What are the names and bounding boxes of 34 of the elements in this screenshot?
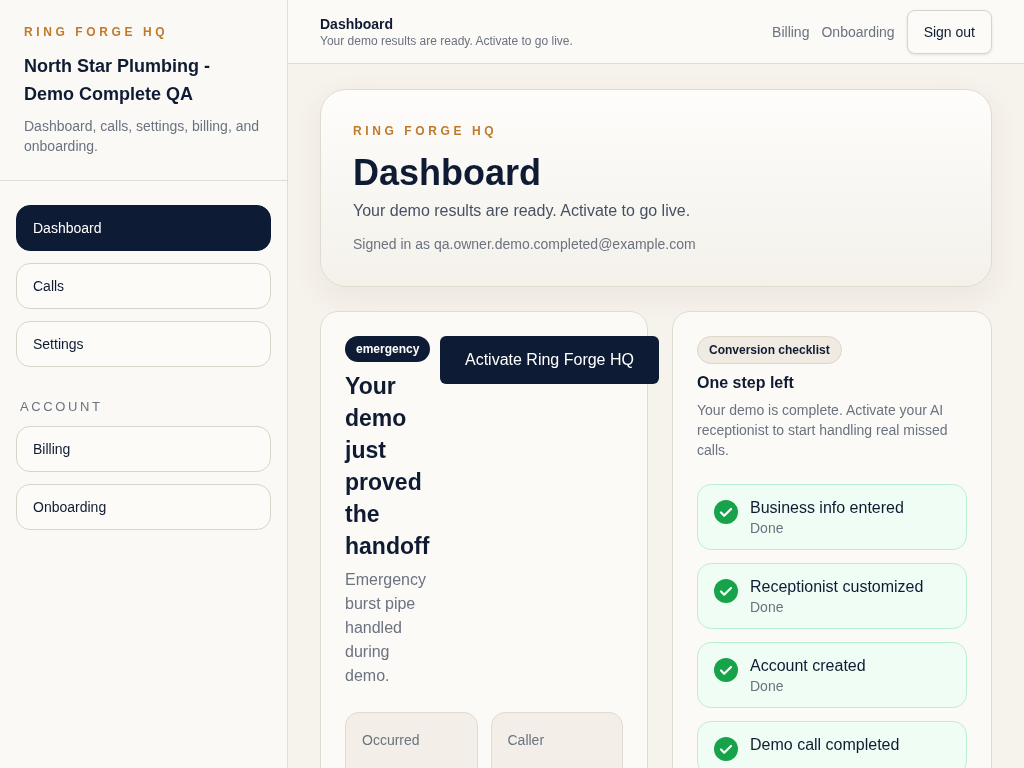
brand-name: RING FORGE HQ (24, 25, 170, 39)
business-name: North Star Plumbing - Demo Complete QA (24, 55, 211, 106)
step-status: Done (750, 599, 785, 615)
step-status: Done (750, 520, 785, 536)
hero-subtitle: Your demo results are ready. Activate to go live. (353, 202, 692, 220)
step-title: Demo call completed (750, 736, 900, 754)
page-title: Dashboard (320, 15, 395, 32)
activate-button[interactable]: Activate Ring Forge HQ (440, 336, 659, 384)
step-status: Done (750, 678, 785, 694)
nav-item[interactable]: Calls (16, 263, 271, 309)
signed-in-text: Signed in as qa.owner.demo.completed@example.com (353, 236, 697, 252)
header-link[interactable]: Onboarding (821, 23, 895, 40)
nav-item[interactable]: Billing (16, 426, 271, 472)
stat-label: Occurred (362, 732, 420, 748)
hero-eyebrow: RING FORGE HQ (353, 124, 499, 138)
emergency-badge: emergency (345, 336, 431, 362)
checklist-badge: Conversion checklist (697, 336, 842, 364)
checklist-description: Your demo is complete. Activate your AI receptionist to start handling real missed calls. (697, 401, 949, 460)
demo-description: Emergency burst pipe handled during demo. (345, 570, 427, 686)
step-title: Business info entered (750, 499, 904, 517)
page-subtitle: Your demo results are ready. Activate to go live. (320, 33, 573, 48)
sidebar-description: Dashboard, calls, settings, billing, and onboarding. (24, 117, 261, 156)
nav-item[interactable]: Onboarding (16, 484, 271, 530)
hero-title: Dashboard (353, 152, 543, 194)
step-title: Receptionist customized (750, 578, 924, 596)
nav-item[interactable]: Dashboard (16, 205, 271, 251)
demo-title: Your demo just proved the handoff (345, 372, 431, 561)
checklist-title: One step left (697, 374, 795, 392)
step-title: Account created (750, 657, 866, 675)
sign-out-button[interactable]: Sign out (906, 9, 992, 54)
section-label: ACCOUNT (20, 399, 104, 414)
stat-label: Caller (507, 732, 545, 748)
nav-item[interactable]: Settings (16, 321, 271, 367)
header-link[interactable]: Billing (772, 23, 810, 40)
